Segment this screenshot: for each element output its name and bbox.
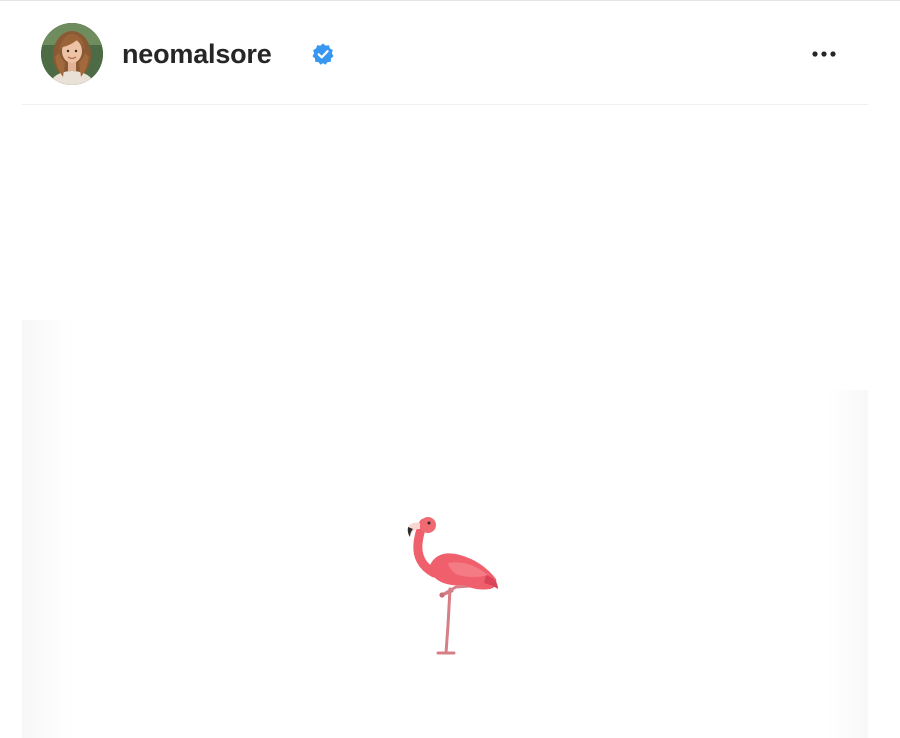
more-horizontal-icon bbox=[812, 51, 836, 57]
media-edge-shadow-right bbox=[828, 390, 868, 738]
flamingo-emoji bbox=[394, 513, 504, 657]
instagram-post: neomalsore bbox=[0, 0, 900, 738]
post-media[interactable] bbox=[22, 105, 868, 738]
verified-badge-icon bbox=[311, 42, 335, 66]
media-edge-shadow-left bbox=[22, 320, 74, 738]
avatar-image bbox=[41, 23, 103, 85]
avatar[interactable] bbox=[41, 23, 103, 85]
post-header: neomalsore bbox=[22, 1, 868, 105]
more-options-button[interactable] bbox=[800, 37, 848, 71]
post-author-username[interactable]: neomalsore bbox=[122, 35, 272, 73]
